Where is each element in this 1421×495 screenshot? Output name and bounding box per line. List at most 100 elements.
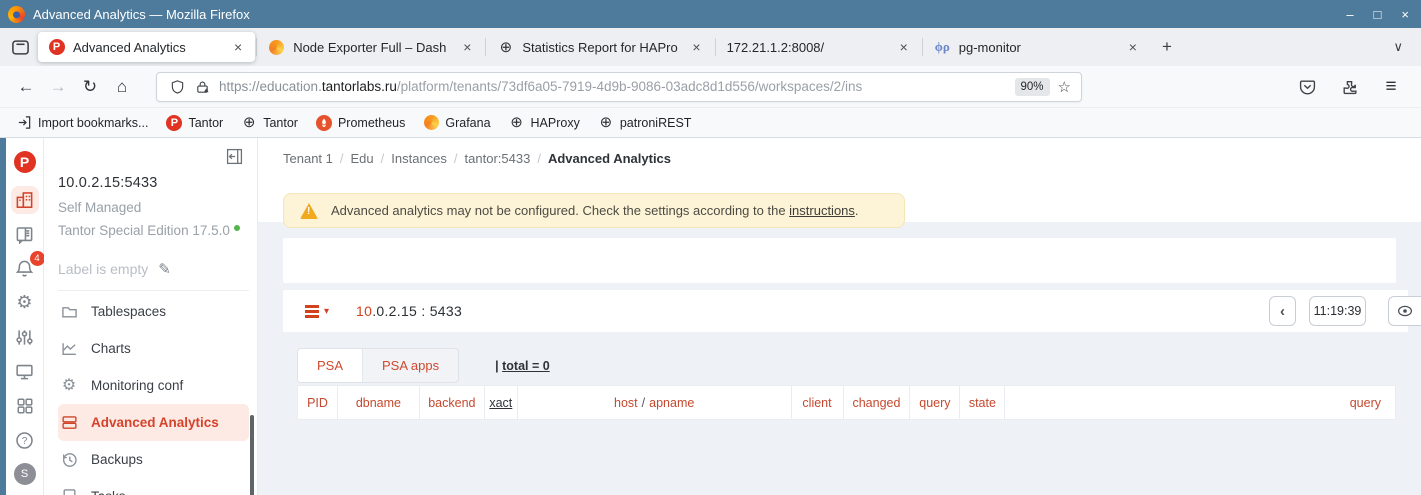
tab-separator	[256, 38, 257, 56]
tab-close-button[interactable]: ×	[231, 39, 245, 55]
task-icon	[60, 488, 78, 495]
column-header-client[interactable]: client	[792, 386, 844, 419]
app-menu-icon[interactable]: ≡	[1377, 73, 1405, 101]
sidebar-item-label: Backups	[91, 452, 143, 467]
eye-button[interactable]	[1388, 296, 1421, 326]
browser-tab[interactable]: 172.21.1.2:8008/×	[717, 32, 921, 62]
column-header-xact[interactable]: xact	[485, 386, 518, 419]
bookmark-star-icon[interactable]: ☆	[1058, 78, 1071, 96]
rail-settings[interactable]: ⚙	[11, 289, 39, 316]
sidebar-item-label: Monitoring conf	[91, 378, 183, 393]
sidebar-item-monitoring-conf[interactable]: ⚙Monitoring conf	[58, 367, 249, 404]
globe-favicon: ⊕	[598, 115, 614, 131]
new-tab-button[interactable]: +	[1150, 33, 1184, 61]
sidebar-item-label: Tasks	[91, 489, 126, 495]
firefox-view-icon[interactable]	[6, 33, 34, 61]
rail-apps[interactable]	[11, 392, 39, 419]
edit-pencil-icon[interactable]: ✎	[158, 260, 171, 278]
sidebar-item-tasks[interactable]: Tasks	[58, 478, 249, 495]
url-text: https://education.tantorlabs.ru/platform…	[219, 79, 1015, 94]
globe-favicon: ⊕	[497, 39, 514, 56]
tab-close-button[interactable]: ×	[689, 39, 703, 55]
main-area: Tenant 1/Edu/Instances/tantor:5433/Advan…	[258, 138, 1421, 495]
rail-user[interactable]: S	[11, 461, 39, 488]
time-field[interactable]: 11:19:39	[1309, 296, 1366, 326]
bookmark-item[interactable]: ⊕Tantor	[233, 112, 306, 134]
window-minimize-button[interactable]: –	[1346, 8, 1353, 21]
collapse-sidebar-icon[interactable]	[226, 148, 243, 165]
column-header-backend[interactable]: backend	[420, 386, 485, 419]
bookmark-label: Prometheus	[338, 116, 405, 130]
book-icon	[15, 225, 34, 244]
breadcrumb-item[interactable]: Edu	[351, 151, 374, 166]
tab-close-button[interactable]: ×	[897, 39, 911, 55]
sliders-icon	[15, 328, 34, 347]
tab-title: Node Exporter Full – Dash	[293, 40, 450, 55]
bookmark-item[interactable]: PTantor	[158, 112, 231, 134]
breadcrumb-item[interactable]: tantor:5433	[465, 151, 531, 166]
tab-close-button[interactable]: ×	[460, 39, 474, 55]
sidebar-item-backups[interactable]: Backups	[58, 441, 249, 478]
rail-documentation[interactable]	[11, 221, 39, 248]
url-bar[interactable]: https://education.tantorlabs.ru/platform…	[156, 72, 1082, 102]
toolbar-host: 10.0.2.15 : 5433	[356, 303, 462, 319]
tab-separator	[715, 38, 716, 56]
warning-text: Advanced analytics may not be configured…	[331, 203, 859, 218]
list-all-tabs-chevron-icon[interactable]: ∨	[1381, 35, 1415, 59]
list-menu-button[interactable]: ▾	[305, 305, 329, 318]
zoom-level-badge[interactable]: 90%	[1015, 78, 1050, 96]
breadcrumb-item[interactable]: Tenant 1	[283, 151, 333, 166]
caret-down-icon: ▾	[324, 306, 329, 317]
extensions-puzzle-icon[interactable]	[1335, 73, 1363, 101]
back-button[interactable]: ←	[10, 72, 42, 102]
sidebar-item-advanced-analytics[interactable]: Advanced Analytics	[58, 404, 249, 441]
browser-tab[interactable]: Node Exporter Full – Dash ×	[258, 32, 484, 62]
bookmark-item[interactable]: Grafana	[415, 112, 498, 134]
monitor-icon	[15, 362, 34, 381]
tab-psa-apps[interactable]: PSA apps	[363, 349, 458, 382]
bookmark-item[interactable]: ⊕HAProxy	[501, 112, 588, 134]
notification-badge: 4	[30, 251, 45, 266]
reload-button[interactable]: ↻	[74, 72, 106, 102]
column-header-state[interactable]: state	[960, 386, 1005, 419]
instructions-link[interactable]: instructions	[789, 203, 855, 218]
column-header-query[interactable]: query	[1005, 386, 1395, 419]
empty-panel-card	[283, 238, 1396, 283]
browser-tab[interactable]: ϕρpg-monitor×	[924, 32, 1150, 62]
rail-tuning[interactable]	[11, 323, 39, 350]
rail-notifications[interactable]: 4	[11, 255, 39, 282]
sidebar-scrollbar[interactable]	[250, 415, 254, 495]
column-header-host-apname[interactable]: host/apname	[518, 386, 792, 419]
browser-tab[interactable]: ⊕Statistics Report for HAPro×	[487, 32, 713, 62]
column-header-query[interactable]: query	[910, 386, 960, 419]
time-back-button[interactable]: ‹	[1269, 296, 1296, 326]
stack-icon	[60, 414, 78, 431]
tab-psa[interactable]: PSA	[298, 349, 363, 382]
sidebar-item-tablespaces[interactable]: Tablespaces	[58, 293, 249, 330]
shield-icon[interactable]	[170, 79, 185, 95]
tantor-logo: P	[14, 151, 36, 173]
column-header-pid[interactable]: PID	[298, 386, 338, 419]
window-close-button[interactable]: ×	[1401, 8, 1409, 21]
lock-warning-icon[interactable]	[195, 79, 210, 95]
column-header-dbname[interactable]: dbname	[338, 386, 420, 419]
sidebar-item-charts[interactable]: Charts	[58, 330, 249, 367]
window-title: Advanced Analytics — Mozilla Firefox	[33, 7, 1346, 22]
bookmark-item[interactable]: ⊕patroniREST	[590, 112, 700, 134]
rail-instances[interactable]	[11, 186, 39, 213]
tab-close-button[interactable]: ×	[1126, 39, 1140, 55]
home-button[interactable]: ⌂	[106, 72, 138, 102]
rail-monitoring[interactable]	[11, 358, 39, 385]
window-maximize-button[interactable]: □	[1374, 8, 1382, 21]
browser-tab[interactable]: PAdvanced Analytics×	[38, 32, 255, 62]
globe-favicon: ⊕	[241, 115, 257, 131]
rail-tantor-logo[interactable]: P	[11, 148, 39, 175]
pocket-icon[interactable]	[1293, 73, 1321, 101]
forward-button: →	[42, 72, 74, 102]
column-header-changed[interactable]: changed	[844, 386, 911, 419]
rail-help[interactable]: ?	[11, 426, 39, 453]
bookmark-item[interactable]: Import bookmarks...	[8, 112, 156, 134]
breadcrumb-separator: /	[381, 151, 385, 166]
breadcrumb-item[interactable]: Instances	[391, 151, 447, 166]
bookmark-item[interactable]: Prometheus	[308, 112, 413, 134]
